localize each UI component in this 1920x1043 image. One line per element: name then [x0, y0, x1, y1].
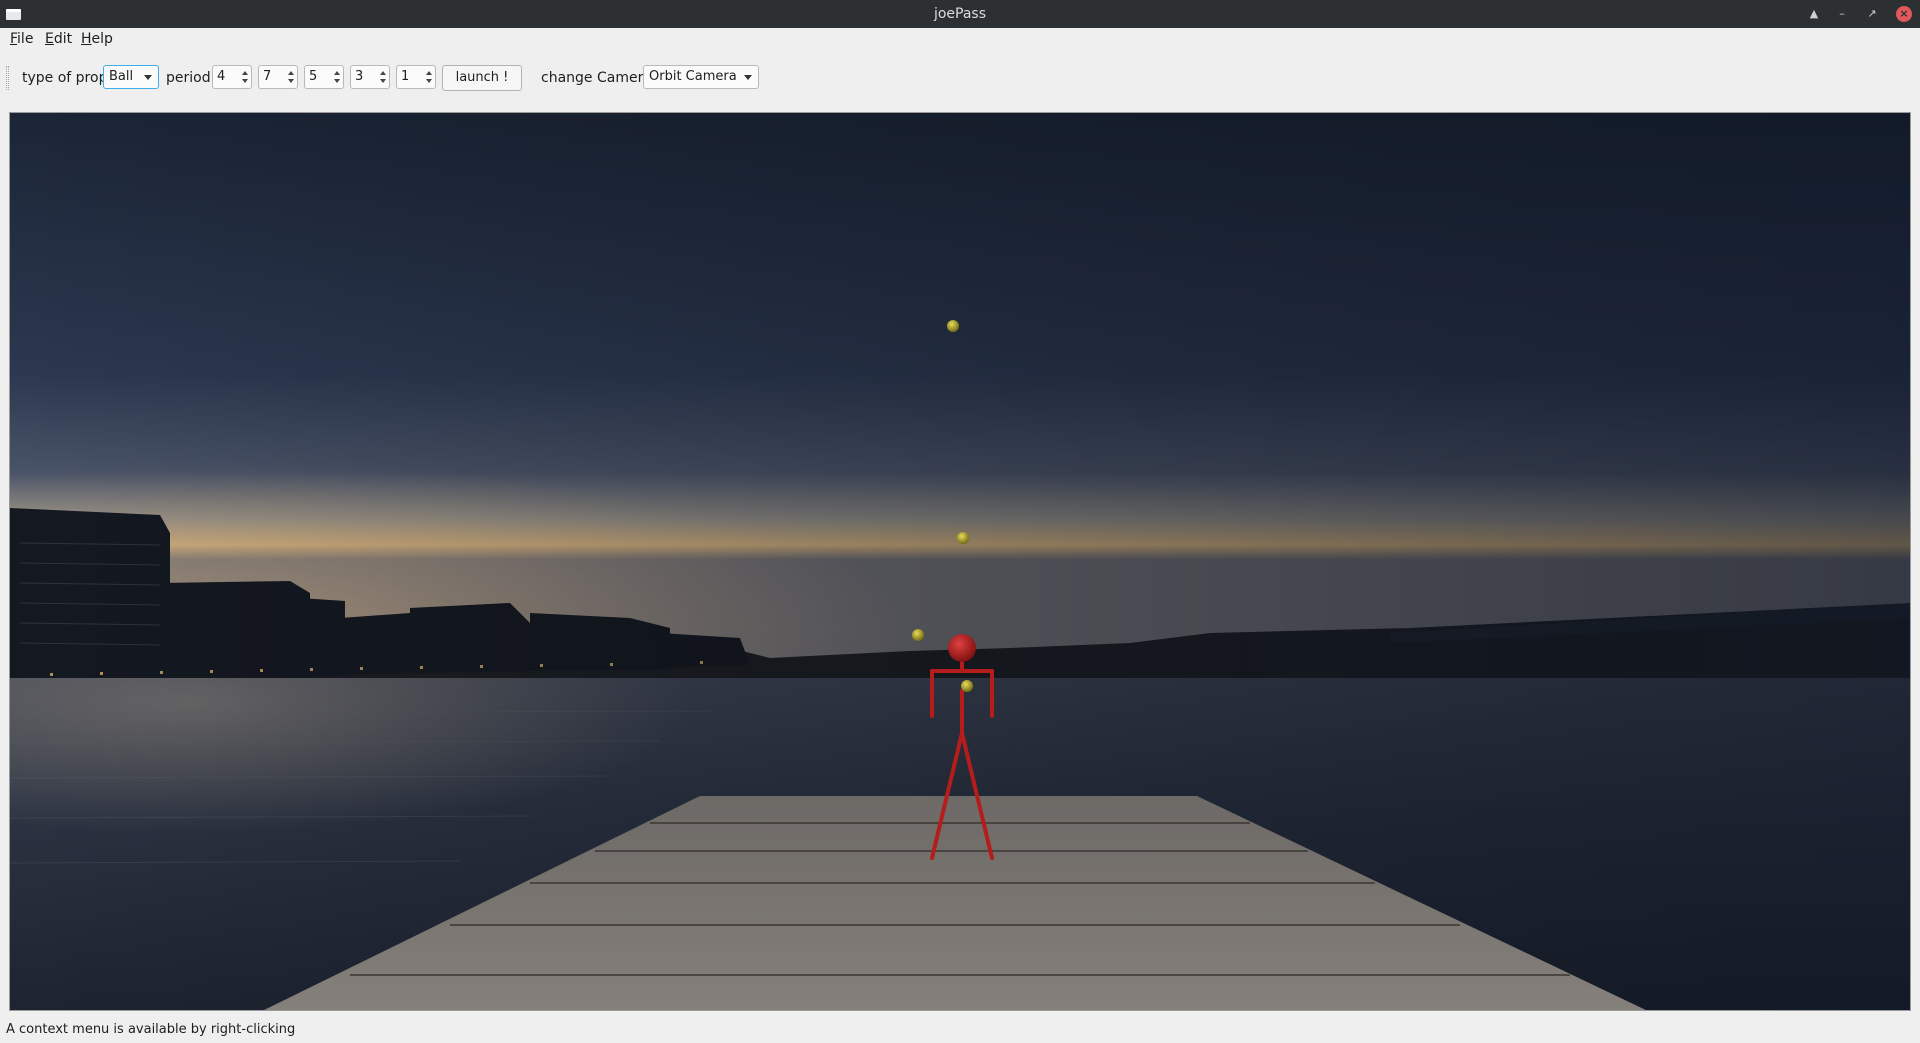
launch-button[interactable]: launch ! — [442, 65, 522, 91]
keep-above-icon[interactable]: ▲ — [1806, 6, 1822, 22]
period-spinbox-3[interactable]: 5 — [304, 65, 344, 89]
minimize-icon[interactable]: – — [1834, 6, 1850, 22]
spin-down-icon[interactable] — [334, 79, 340, 83]
period-label: period — [166, 70, 211, 86]
spin-down-icon[interactable] — [426, 79, 432, 83]
spin-down-icon[interactable] — [380, 79, 386, 83]
status-bar: A context menu is available by right-cli… — [0, 1016, 1920, 1043]
chevron-down-icon — [744, 75, 752, 80]
toolbar-grip[interactable] — [6, 66, 9, 90]
period-spinbox-5[interactable]: 1 — [396, 65, 436, 89]
toolbar: type of prop Ball period 4 7 5 3 1 launc… — [0, 50, 1920, 106]
camera-select[interactable]: Orbit Camera — [643, 65, 759, 89]
juggler-head — [948, 634, 976, 662]
window-title: joePass — [933, 6, 987, 22]
scene-render — [10, 113, 1910, 1010]
spin-up-icon[interactable] — [242, 71, 248, 75]
menu-help[interactable]: Help — [81, 30, 113, 48]
spin-down-icon[interactable] — [288, 79, 294, 83]
prop-type-value: Ball — [109, 69, 134, 84]
menu-bar: File Edit Help — [0, 28, 1920, 50]
restore-icon[interactable]: ↗ — [1864, 6, 1880, 22]
camera-label: change Camera — [541, 70, 652, 86]
prop-type-select[interactable]: Ball — [103, 65, 159, 89]
spin-up-icon[interactable] — [288, 71, 294, 75]
period-spinbox-4[interactable]: 3 — [350, 65, 390, 89]
spin-up-icon[interactable] — [426, 71, 432, 75]
period-spinbox-1[interactable]: 4 — [212, 65, 252, 89]
title-bar: joePass ▲ – ↗ × — [0, 0, 1920, 28]
menu-edit[interactable]: Edit — [45, 30, 72, 48]
status-text: A context menu is available by right-cli… — [6, 1022, 296, 1037]
3d-viewport[interactable] — [9, 112, 1911, 1011]
menu-file[interactable]: File — [10, 30, 33, 48]
prop-type-label: type of prop — [22, 70, 108, 86]
chevron-down-icon — [144, 75, 152, 80]
close-icon[interactable]: × — [1896, 6, 1912, 22]
period-spinbox-2[interactable]: 7 — [258, 65, 298, 89]
spin-up-icon[interactable] — [380, 71, 386, 75]
camera-value: Orbit Camera — [649, 69, 737, 84]
spin-down-icon[interactable] — [242, 79, 248, 83]
spin-up-icon[interactable] — [334, 71, 340, 75]
